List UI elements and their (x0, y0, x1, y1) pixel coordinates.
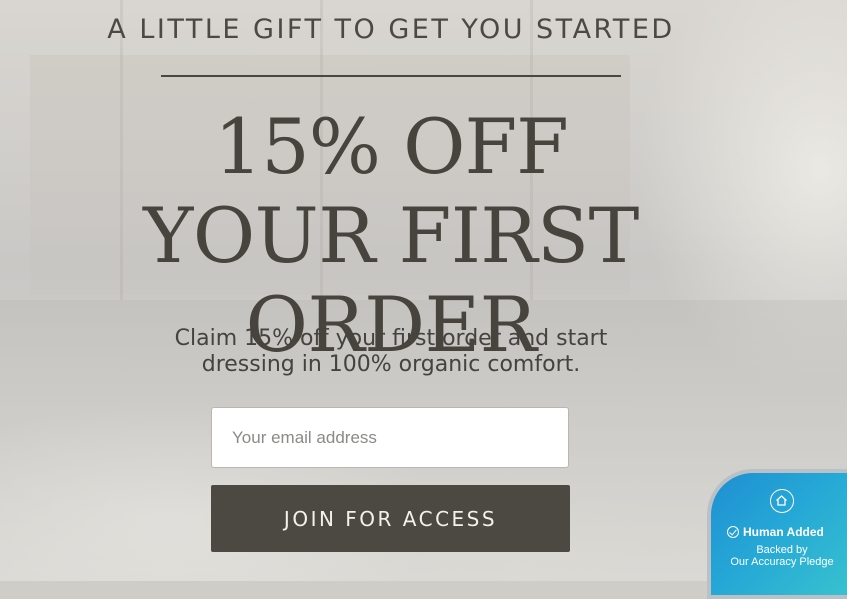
email-input[interactable] (211, 407, 569, 468)
divider-rule (161, 75, 621, 77)
promo-kicker: A LITTLE GIFT TO GET YOU STARTED (107, 14, 675, 45)
home-icon (770, 489, 794, 513)
join-for-access-button[interactable]: JOIN FOR ACCESS (211, 485, 570, 552)
check-circle-icon (727, 526, 739, 538)
badge-status-label: Human Added (743, 525, 824, 539)
badge-pledge: Backed by Our Accuracy Pledge (711, 544, 847, 568)
trust-badge[interactable]: Human Added Backed by Our Accuracy Pledg… (707, 469, 847, 599)
promo-subtext-line2: dressing in 100% organic comfort. (201, 352, 581, 377)
headline-discount: 15% OFF (214, 102, 569, 191)
badge-status: Human Added (727, 525, 824, 539)
promo-subtext-line1: Claim 15% off your first order and start (174, 326, 608, 351)
badge-backed-by: Backed by (756, 544, 808, 556)
promo-subtext: Claim 15% off your first order and start… (0, 326, 782, 378)
badge-accuracy-pledge: Our Accuracy Pledge (730, 556, 834, 568)
